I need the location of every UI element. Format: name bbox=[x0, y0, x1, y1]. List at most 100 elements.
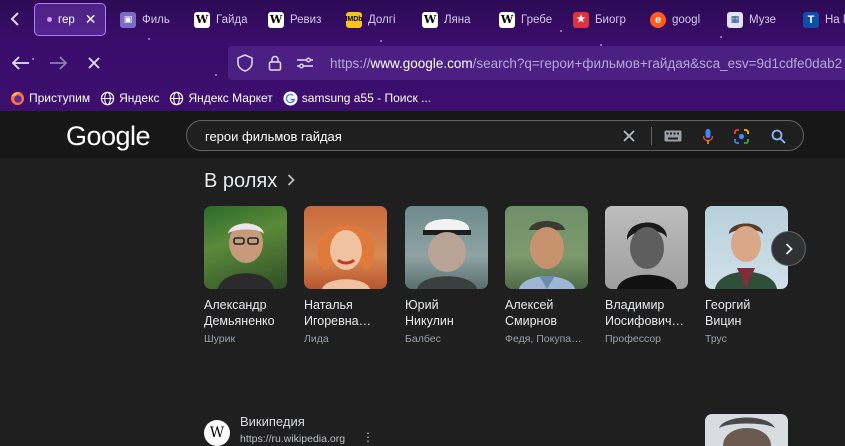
tab-3[interactable]: W Ревиз bbox=[262, 3, 332, 36]
cast-photo bbox=[204, 206, 287, 289]
voice-search-icon[interactable] bbox=[699, 127, 717, 145]
cast-role: Лида bbox=[304, 333, 329, 345]
tab-scroll-left-button[interactable] bbox=[4, 6, 26, 32]
result-thumbnail[interactable] bbox=[705, 414, 788, 446]
result-url[interactable]: https://ru.wikipedia.org bbox=[240, 433, 345, 445]
tab-9[interactable]: ▦ Музе bbox=[721, 3, 793, 36]
search-icon[interactable] bbox=[769, 127, 787, 145]
cast-name-line2: Смирнов bbox=[505, 314, 558, 328]
google-logo[interactable]: Google bbox=[66, 121, 151, 152]
tab-1[interactable]: ▣ Филь bbox=[114, 3, 186, 36]
carousel-next-button[interactable] bbox=[771, 231, 806, 266]
cast-card[interactable]: Владимир Иосифович… Профессор bbox=[605, 206, 688, 345]
cast-name-line2: Никулин bbox=[405, 314, 454, 328]
search-result[interactable]: W Википедия https://ru.wikipedia.org ⋮ bbox=[204, 414, 604, 446]
tab-2[interactable]: W Гайда bbox=[188, 3, 258, 36]
tab-label: Филь bbox=[142, 13, 170, 26]
lens-search-icon[interactable] bbox=[732, 127, 750, 145]
cast-name: Александр Демьяненко bbox=[204, 297, 287, 329]
cast-name: Алексей Смирнов bbox=[505, 297, 588, 329]
tab-label: Долгі bbox=[368, 13, 396, 26]
tab-0[interactable]: гер ✕ bbox=[34, 3, 106, 36]
url-prefix: https:// bbox=[330, 55, 371, 71]
tab-6[interactable]: W Гребе bbox=[493, 3, 563, 36]
theme-star-decoration bbox=[380, 40, 382, 42]
tab-7[interactable]: ★ Биогр bbox=[567, 3, 639, 36]
tab-5[interactable]: W Ляна bbox=[416, 3, 486, 36]
arrow-left-icon bbox=[12, 56, 29, 70]
bookmark-label: Яндекс Маркет bbox=[188, 91, 273, 105]
url-path: /search?q=герои+фильмов+гайдая&sca_esv=9… bbox=[472, 55, 843, 71]
tab-10[interactable]: T На М bbox=[797, 3, 845, 36]
bookmark-label: samsung a55 - Поиск ... bbox=[301, 91, 432, 105]
cast-role: Шурик bbox=[204, 333, 236, 345]
tab-8[interactable]: e googl bbox=[644, 3, 716, 36]
tab-label: гер bbox=[58, 13, 75, 26]
cast-card[interactable]: Юрий Никулин Балбес bbox=[405, 206, 488, 345]
more-options-icon[interactable]: ⋮ bbox=[362, 430, 374, 444]
cast-name: Владимир Иосифович… bbox=[605, 297, 688, 329]
search-box[interactable] bbox=[186, 120, 804, 151]
result-site-name[interactable]: Википедия bbox=[240, 414, 305, 429]
e-icon: e bbox=[650, 11, 666, 28]
tab-strip: гер ✕ ▣ Филь W Гайда W Ревиз IMDb Долгі … bbox=[0, 0, 845, 40]
search-input[interactable] bbox=[205, 127, 605, 145]
bookmark-3[interactable]: samsung a55 - Поиск ... bbox=[283, 90, 432, 106]
forward-button[interactable] bbox=[45, 50, 71, 76]
bookmarks-bar: Приступим Яндекс Яндекс Маркет samsung a… bbox=[0, 86, 845, 110]
url-host: www.google.com bbox=[370, 55, 473, 71]
cast-card[interactable]: Наталья Игоревна… Лида bbox=[304, 206, 387, 345]
cast-role: Федя, Покупа… bbox=[505, 333, 582, 345]
tab-label: Биогр bbox=[595, 13, 626, 26]
cast-photo bbox=[505, 206, 588, 289]
cast-photo bbox=[605, 206, 688, 289]
cast-name-line1: Алексей bbox=[505, 298, 554, 312]
clear-search-icon[interactable] bbox=[620, 127, 638, 145]
bookmark-2[interactable]: Яндекс Маркет bbox=[169, 91, 273, 106]
cast-card[interactable]: Алексей Смирнов Федя, Покупа… bbox=[505, 206, 588, 345]
shield-icon[interactable] bbox=[236, 54, 254, 72]
close-tab-icon[interactable]: ✕ bbox=[85, 11, 97, 28]
cast-name: Наталья Игоревна… bbox=[304, 297, 387, 329]
cast-name-line2: Демьяненко bbox=[204, 314, 275, 328]
address-bar[interactable]: https://www.google.com/search?q=герои+фи… bbox=[228, 46, 845, 80]
bookmark-label: Приступим bbox=[29, 91, 91, 105]
wikipedia-icon: W bbox=[204, 420, 230, 446]
chevron-left-icon bbox=[10, 12, 19, 26]
search-header: Google bbox=[0, 111, 845, 158]
back-button[interactable] bbox=[8, 50, 34, 76]
url-text[interactable]: https://www.google.com/search?q=герои+фи… bbox=[330, 56, 842, 71]
imdb-icon: IMDb bbox=[345, 11, 363, 28]
cast-name-line1: Георгий bbox=[705, 298, 751, 312]
tab-label: googl bbox=[672, 13, 701, 26]
cast-section-title-text: В ролях bbox=[204, 170, 278, 192]
cast-photo bbox=[405, 206, 488, 289]
cast-role: Балбес bbox=[405, 333, 441, 345]
bookmark-0[interactable]: Приступим bbox=[10, 91, 90, 106]
cast-photo bbox=[304, 206, 387, 289]
museum-icon: ▦ bbox=[727, 11, 743, 28]
cast-role: Профессор bbox=[605, 333, 662, 345]
cast-name-line2: Иосифович… bbox=[605, 314, 685, 328]
cast-section-title[interactable]: В ролях bbox=[204, 170, 295, 193]
cast-name-line1: Александр bbox=[204, 298, 267, 312]
loading-dot-icon bbox=[47, 17, 52, 22]
chevron-right-icon bbox=[287, 173, 295, 191]
tab-label: Ляна bbox=[444, 13, 471, 26]
bookmark-1[interactable]: Яндекс bbox=[100, 91, 159, 106]
film-icon: ▣ bbox=[120, 11, 136, 28]
keyboard-icon[interactable] bbox=[664, 127, 682, 145]
globe-icon bbox=[100, 91, 115, 106]
lock-icon[interactable] bbox=[266, 54, 284, 72]
wikipedia-icon: W bbox=[194, 11, 210, 28]
cast-name: Георгий Вицин bbox=[705, 297, 788, 329]
browser-chrome: гер ✕ ▣ Филь W Гайда W Ревиз IMDb Долгі … bbox=[0, 0, 845, 111]
permissions-icon[interactable] bbox=[296, 54, 314, 72]
stop-loading-button[interactable] bbox=[81, 50, 107, 76]
cast-name-line2: Игоревна… bbox=[304, 314, 372, 328]
t-icon: T bbox=[803, 11, 819, 28]
wikipedia-icon: W bbox=[268, 11, 284, 28]
cast-card[interactable]: Георгий Вицин Трус bbox=[705, 206, 788, 345]
cast-card[interactable]: Александр Демьяненко Шурик bbox=[204, 206, 287, 345]
tab-4[interactable]: IMDb Долгі bbox=[340, 3, 412, 36]
